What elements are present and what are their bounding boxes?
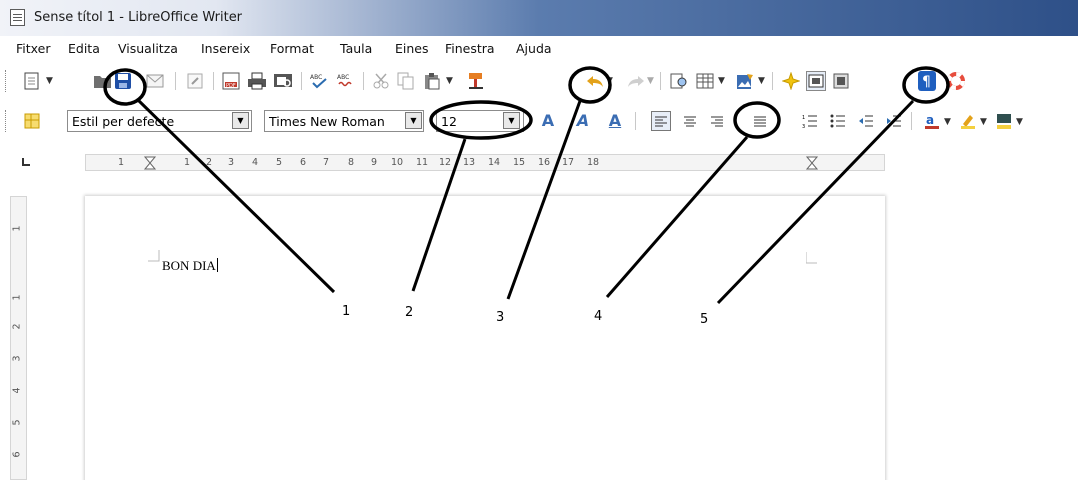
- annotation-label-5: 5: [700, 312, 709, 327]
- annotation-overlay: [103, 66, 950, 305]
- annotation-circle-5: [902, 66, 950, 104]
- annotation-circle-2: [429, 100, 533, 140]
- annotation-label-2: 2: [405, 305, 414, 320]
- annotation-label-3: 3: [496, 310, 505, 325]
- annotation-circle-4: [733, 101, 781, 139]
- annotation-line-4: [605, 136, 749, 298]
- annotation-label-1: 1: [342, 304, 351, 319]
- annotation-line-2: [411, 138, 467, 292]
- annotation-label-4: 4: [594, 309, 603, 324]
- annotation-line-1: [135, 97, 336, 294]
- annotation-line-5: [716, 99, 915, 305]
- libreoffice-writer-window: Sense títol 1 - LibreOffice Writer Fitxe…: [0, 0, 1078, 480]
- annotation-circle-3: [568, 66, 612, 104]
